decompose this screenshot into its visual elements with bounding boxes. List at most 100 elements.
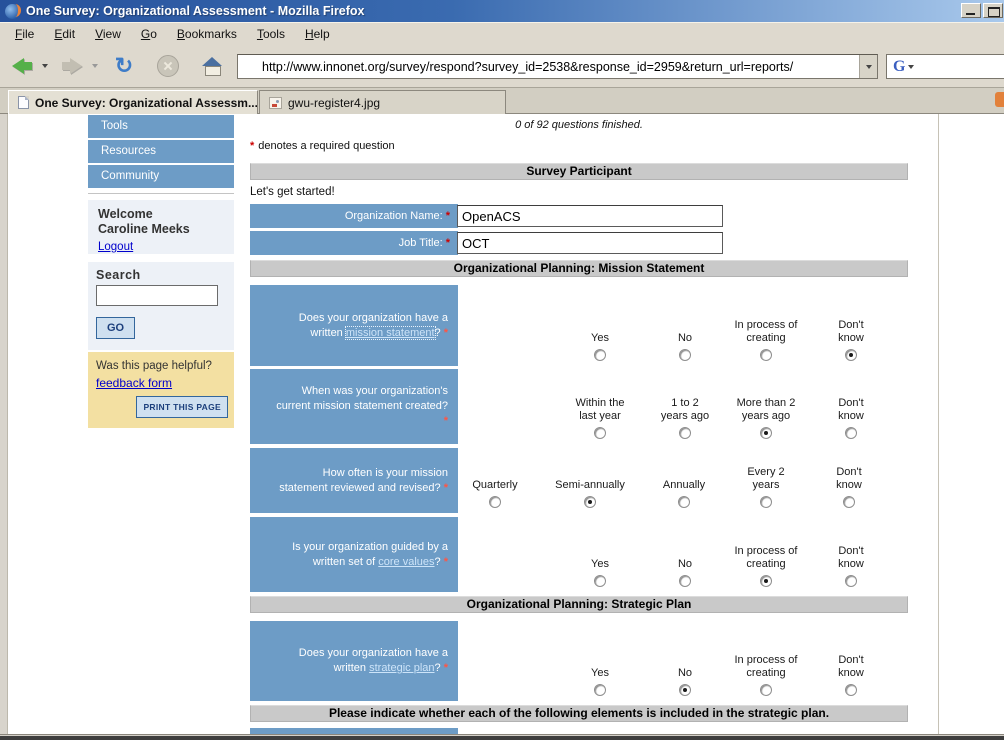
- window-left-edge: [0, 114, 8, 734]
- option-label: Every 2 years: [741, 466, 791, 492]
- radio-dont-know[interactable]: [845, 575, 857, 587]
- option-label: Don't know: [831, 545, 871, 571]
- print-page-button[interactable]: PRINT THIS PAGE: [136, 396, 228, 418]
- reload-icon: ↻: [115, 55, 133, 77]
- welcome-label: Welcome: [98, 207, 224, 222]
- menu-tools[interactable]: Tools: [248, 24, 294, 44]
- option-label: 1 to 2 years ago: [660, 397, 710, 423]
- menu-go[interactable]: Go: [132, 24, 166, 44]
- core-values-link[interactable]: core values: [378, 556, 434, 568]
- radio-annually[interactable]: [678, 496, 690, 508]
- section-strategic-elements-note: Please indicate whether each of the foll…: [250, 705, 908, 722]
- tab-bar: One Survey: Organizational Assessm... gw…: [0, 88, 1004, 114]
- strategic-plan-link[interactable]: strategic plan: [369, 662, 434, 674]
- field-row-job-title: Job Title: *: [250, 231, 908, 255]
- tab-image[interactable]: gwu-register4.jpg: [259, 90, 506, 114]
- forward-dropdown-icon[interactable]: [92, 64, 98, 68]
- option-label: Yes: [591, 667, 609, 680]
- firefox-window: { "window": { "title": "One Survey: Orga…: [0, 0, 1004, 740]
- required-asterisk: *: [250, 140, 254, 152]
- radio-dont-know[interactable]: [845, 349, 857, 361]
- radio-yes[interactable]: [594, 575, 606, 587]
- search-input[interactable]: [96, 285, 218, 306]
- sidebar-item-resources[interactable]: Resources: [88, 140, 234, 163]
- radio-dont-know[interactable]: [845, 427, 857, 439]
- progress-text: 0 of 92 questions finished.: [250, 119, 908, 131]
- organization-name-input[interactable]: [457, 205, 723, 227]
- minimize-button[interactable]: [961, 3, 981, 18]
- radio-1-to-2-years[interactable]: [679, 427, 691, 439]
- options-group: Within the last year 1 to 2 years ago Mo…: [458, 369, 908, 444]
- option-label: Yes: [591, 558, 609, 571]
- option-label: Quarterly: [472, 479, 517, 492]
- feedback-form-link[interactable]: feedback form: [96, 376, 172, 390]
- radio-within-last-year[interactable]: [594, 427, 606, 439]
- menu-bar: File Edit View Go Bookmarks Tools Help: [0, 22, 1004, 45]
- feedback-box: Was this page helpful? feedback form PRI…: [88, 352, 234, 428]
- title-bar: One Survey: Organizational Assessment - …: [0, 0, 1004, 22]
- option-label: Within the last year: [569, 397, 631, 423]
- search-box: Search GO: [88, 262, 234, 350]
- question-row-mission-reviewed: How often is your mission statement revi…: [250, 448, 908, 513]
- reload-button[interactable]: ↻: [108, 50, 140, 82]
- radio-dont-know[interactable]: [845, 684, 857, 696]
- option-label: In process of creating: [734, 319, 798, 345]
- radio-no[interactable]: [679, 349, 691, 361]
- stop-button[interactable]: [152, 50, 184, 82]
- forward-button[interactable]: [56, 50, 88, 82]
- options-group: Yes No In process of creating Don't know: [458, 517, 908, 592]
- radio-quarterly[interactable]: [489, 496, 501, 508]
- url-bar: [237, 54, 878, 79]
- search-engine-box[interactable]: G: [886, 54, 1004, 79]
- tab-overflow-chip[interactable]: [995, 92, 1004, 107]
- options-group: Yes No In process of creating Don't know: [458, 285, 908, 366]
- firefox-icon: [5, 4, 20, 19]
- window-bottom-edge: [0, 734, 1004, 740]
- home-button[interactable]: [196, 50, 228, 82]
- url-history-dropdown[interactable]: [859, 55, 877, 78]
- menu-view[interactable]: View: [86, 24, 130, 44]
- sidebar-item-community[interactable]: Community: [88, 165, 234, 188]
- go-button[interactable]: GO: [96, 317, 135, 339]
- option-label: No: [678, 332, 692, 345]
- radio-no[interactable]: [679, 575, 691, 587]
- question-row-mission-statement: Does your organization have a written mi…: [250, 285, 908, 366]
- tab-survey-label: One Survey: Organizational Assessm...: [35, 96, 258, 110]
- radio-more-than-2-years[interactable]: [760, 427, 772, 439]
- url-input[interactable]: [238, 55, 858, 78]
- radio-no[interactable]: [679, 684, 691, 696]
- maximize-button[interactable]: [983, 3, 1003, 18]
- mission-statement-link[interactable]: mission statement: [346, 327, 435, 339]
- image-icon: [269, 97, 282, 109]
- menu-file[interactable]: File: [6, 24, 43, 44]
- radio-semi-annually[interactable]: [584, 496, 596, 508]
- helpful-question: Was this page helpful?: [96, 359, 226, 374]
- field-row-organization-name: Organization Name: *: [250, 204, 908, 228]
- menu-edit[interactable]: Edit: [45, 24, 84, 44]
- back-button[interactable]: [6, 50, 38, 82]
- home-icon: [202, 57, 222, 75]
- menu-help[interactable]: Help: [296, 24, 339, 44]
- option-label: Don't know: [831, 654, 871, 680]
- document-icon: [18, 96, 29, 109]
- radio-yes[interactable]: [594, 349, 606, 361]
- sidebar-item-tools[interactable]: Tools: [88, 115, 234, 138]
- job-title-input[interactable]: [457, 232, 723, 254]
- back-dropdown-icon[interactable]: [42, 64, 48, 68]
- radio-every-2-years[interactable]: [760, 496, 772, 508]
- logout-link[interactable]: Logout: [98, 241, 133, 253]
- radio-yes[interactable]: [594, 684, 606, 696]
- options-group: Quarterly Semi-annually Annually Every 2…: [458, 448, 908, 513]
- radio-dont-know[interactable]: [843, 496, 855, 508]
- content-right-border: [938, 114, 939, 734]
- radio-in-process[interactable]: [760, 575, 772, 587]
- page-content: Tools Resources Community Welcome Caroli…: [0, 114, 1004, 734]
- welcome-box: Welcome Caroline Meeks Logout: [88, 200, 234, 254]
- section-survey-participant: Survey Participant: [250, 163, 908, 180]
- section-strategic-plan: Organizational Planning: Strategic Plan: [250, 596, 908, 613]
- radio-in-process[interactable]: [760, 349, 772, 361]
- radio-in-process[interactable]: [760, 684, 772, 696]
- tab-survey[interactable]: One Survey: Organizational Assessm...: [8, 90, 258, 114]
- search-engine-dropdown-icon[interactable]: [908, 65, 914, 69]
- menu-bookmarks[interactable]: Bookmarks: [168, 24, 246, 44]
